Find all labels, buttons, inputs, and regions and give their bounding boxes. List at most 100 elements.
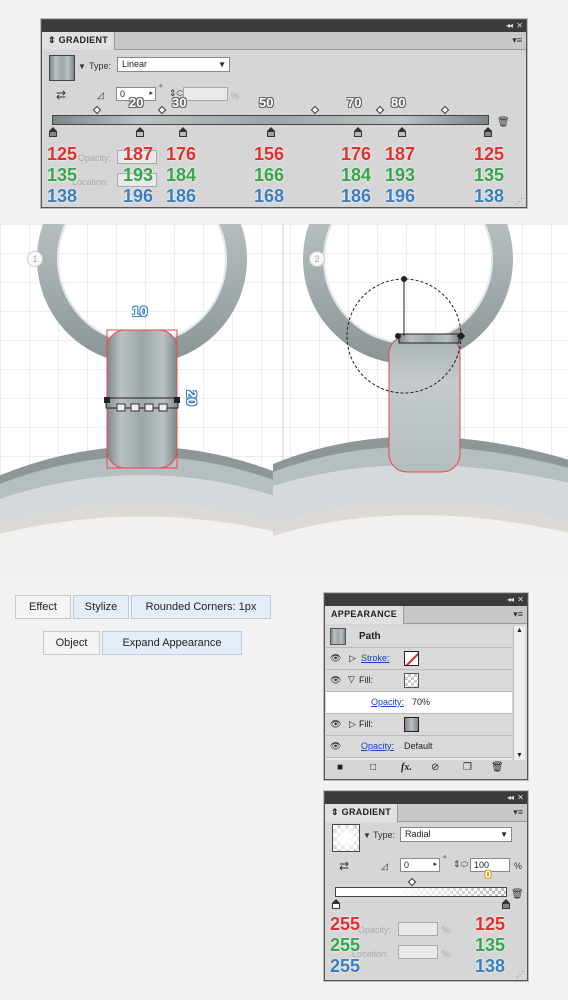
midpoint-diamond[interactable] <box>157 105 167 115</box>
expand-triangle-icon[interactable]: ▷ <box>349 653 356 664</box>
effect-menu-button[interactable]: Effect <box>15 595 71 619</box>
gradient-swatch[interactable] <box>332 824 360 852</box>
close-icon[interactable]: ✕ <box>517 595 524 604</box>
swatch-dropdown-icon[interactable]: ▼ <box>363 831 371 840</box>
blue-value: 196 <box>123 186 154 206</box>
green-value: 193 <box>123 165 154 185</box>
expand-appearance-menu-button[interactable]: Expand Appearance <box>102 631 242 655</box>
fill-label: Fill: <box>359 719 373 729</box>
color-stop[interactable] <box>502 899 510 909</box>
gradient-slider[interactable] <box>52 115 489 125</box>
red-value: 187 <box>385 144 416 164</box>
width-dimension-label: 10 <box>132 303 148 319</box>
gradient-swatch[interactable] <box>49 55 75 81</box>
color-stop[interactable] <box>267 127 275 137</box>
type-select[interactable]: Linear ▼ <box>117 57 230 72</box>
scrollbar[interactable]: ▲ ▼ <box>513 626 525 760</box>
scroll-down-icon[interactable]: ▼ <box>516 752 523 759</box>
opacity-label[interactable]: Opacity: <box>371 697 404 707</box>
collapse-triangle-icon[interactable]: ▽ <box>348 674 355 685</box>
green-value: 184 <box>166 165 197 185</box>
add-stroke-icon[interactable]: ■ <box>337 762 343 773</box>
midpoint-diamond[interactable] <box>375 105 385 115</box>
step-badge-2: 2 <box>309 251 325 267</box>
clear-appearance-icon[interactable]: ⊘ <box>431 762 439 773</box>
angle-input[interactable]: 0 ▸ <box>400 858 440 872</box>
stroke-label[interactable]: Stroke: <box>361 653 390 663</box>
rounded-corners-menu-button[interactable]: Rounded Corners: 1px <box>131 595 271 619</box>
percent-symbol: % <box>442 949 451 959</box>
gradient-panel-linear: ◂◂ ✕ ⇕ GRADIENT ▾≡ ▼ Type: Linear ▼ ⇄ ◿ 0 ▸… <box>41 19 527 208</box>
collapse-icon[interactable]: ◂◂ <box>506 21 513 30</box>
midpoint-diamond[interactable] <box>310 105 320 115</box>
color-stop[interactable] <box>484 127 492 137</box>
position-label: 80 <box>391 95 406 110</box>
blue-value: 138 <box>47 186 78 206</box>
resize-grip-icon[interactable]: ⋰ <box>515 197 523 206</box>
gradient-slider[interactable] <box>335 887 507 897</box>
path-row[interactable]: Path <box>326 626 512 648</box>
reverse-gradient-icon[interactable]: ⇄ <box>56 88 66 102</box>
add-effect-icon[interactable]: fx. <box>401 762 412 773</box>
appearance-toolbar: ■ □ fx. ⊘ ❐ 🗑 <box>325 760 527 778</box>
delete-stop-icon[interactable]: 🗑 <box>497 117 510 128</box>
panel-titlebar[interactable]: ◂◂ ✕ <box>325 792 527 804</box>
eye-icon[interactable]: 👁 <box>330 720 342 729</box>
close-icon[interactable]: ✕ <box>517 793 524 802</box>
opacity-row-2[interactable]: 👁 Opacity: Default <box>326 736 512 758</box>
add-fill-icon[interactable]: □ <box>370 762 376 773</box>
tab-appearance[interactable]: APPEARANCE <box>325 606 405 624</box>
color-stop[interactable] <box>49 127 57 137</box>
color-stop[interactable] <box>354 127 362 137</box>
scroll-up-icon[interactable]: ▲ <box>516 627 523 634</box>
eye-icon[interactable]: 👁 <box>330 676 342 685</box>
color-stop[interactable] <box>136 127 144 137</box>
green-value: 193 <box>385 165 416 185</box>
swatch-dropdown-icon[interactable]: ▼ <box>78 62 86 71</box>
opacity-label[interactable]: Opacity: <box>361 741 394 751</box>
midpoint-diamond[interactable] <box>407 877 417 887</box>
collapse-icon[interactable]: ◂◂ <box>507 793 514 802</box>
stroke-none-swatch[interactable] <box>404 651 419 666</box>
tab-gradient[interactable]: ⇕ GRADIENT <box>42 32 116 50</box>
opacity-row-1[interactable]: Opacity: 70% <box>326 692 512 714</box>
midpoint-diamond[interactable] <box>440 105 450 115</box>
color-stop[interactable] <box>332 899 340 909</box>
red-value: 125 <box>474 144 505 164</box>
stroke-row[interactable]: 👁 ▷ Stroke: <box>326 648 512 670</box>
opacity-input <box>398 922 438 936</box>
panel-titlebar[interactable]: ◂◂ ✕ <box>42 20 526 32</box>
panel-titlebar[interactable]: ◂◂ ✕ <box>325 594 527 606</box>
midpoint-diamond[interactable] <box>92 105 102 115</box>
reverse-gradient-icon[interactable]: ⇄ <box>339 859 349 873</box>
fill-row-2[interactable]: 👁 ▷ Fill: <box>326 714 512 736</box>
close-icon[interactable]: ✕ <box>516 21 523 30</box>
resize-grip-icon[interactable]: ⋰ <box>516 970 524 979</box>
stylize-menu-button[interactable]: Stylize <box>73 595 129 619</box>
fill-label: Fill: <box>359 675 373 685</box>
panel-menu-icon[interactable]: ▾≡ <box>513 807 523 818</box>
fill-row-1[interactable]: 👁 ▽ Fill: <box>326 670 512 692</box>
tab-gradient[interactable]: ⇕ GRADIENT <box>325 804 399 822</box>
fill-swatch-transparent[interactable] <box>404 673 419 688</box>
percent-symbol: % <box>514 861 523 871</box>
color-stop[interactable] <box>398 127 406 137</box>
eye-icon[interactable]: 👁 <box>330 654 342 663</box>
type-select[interactable]: Radial ▼ <box>400 827 512 842</box>
collapse-icon[interactable]: ◂◂ <box>507 595 514 604</box>
panel-menu-icon[interactable]: ▾≡ <box>512 35 522 46</box>
color-stop[interactable] <box>179 127 187 137</box>
illustration-canvas: 1 2 10 20 <box>0 224 568 579</box>
delete-item-icon[interactable]: 🗑 <box>491 762 504 773</box>
panel-menu-icon[interactable]: ▾≡ <box>513 609 523 620</box>
green-value: 184 <box>341 165 372 185</box>
fill-swatch-gradient[interactable] <box>404 717 419 732</box>
eye-icon[interactable]: 👁 <box>330 742 342 751</box>
expand-triangle-icon[interactable]: ▷ <box>349 719 356 730</box>
duplicate-item-icon[interactable]: ❐ <box>463 762 472 773</box>
position-label: 20 <box>129 95 144 110</box>
path-label: Path <box>359 631 381 642</box>
object-menu-button[interactable]: Object <box>43 631 100 655</box>
percent-symbol: % <box>231 91 240 101</box>
delete-stop-icon[interactable]: 🗑 <box>511 889 524 900</box>
